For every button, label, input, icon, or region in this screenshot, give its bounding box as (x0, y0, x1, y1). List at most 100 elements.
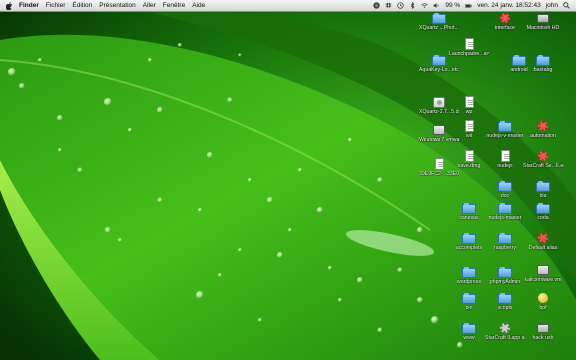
desktop-item-label: kalicsmware vm (524, 277, 562, 283)
folder-icon (462, 232, 476, 244)
desktop-item-label: doc (500, 193, 510, 199)
desktop-item[interactable]: doc (485, 180, 525, 199)
desktop-item[interactable]: www (449, 322, 489, 341)
menu-extras: S 99 % ven. 24 janv. 18:52:43 john (373, 2, 576, 9)
desktop-item-label: automation (530, 133, 556, 139)
desktop-item[interactable]: StarCraft Se...II.app (523, 150, 563, 169)
document-icon (432, 158, 446, 170)
folder-icon (498, 266, 512, 278)
menu-clock[interactable]: ven. 24 janv. 18:52:43 (477, 2, 540, 9)
folder-icon (536, 180, 550, 192)
desktop-item[interactable]: raspberry (485, 232, 525, 251)
application-icon (498, 322, 512, 334)
desktop-item[interactable]: 39E9FC2-...33E0...TO.sec (419, 158, 459, 177)
desktop-item-label: XQuartz ...Phot...older (419, 25, 459, 31)
desktop-item[interactable]: Macintosh HD (523, 12, 563, 31)
desktop-item-label: Default alias (528, 245, 558, 251)
virtual-machine-icon (432, 124, 446, 136)
menu-finder[interactable]: Finder (19, 2, 39, 9)
desktop-item[interactable]: accomplets (449, 232, 489, 251)
skype-icon[interactable]: S (373, 2, 381, 9)
desktop-item[interactable]: coda (523, 202, 563, 221)
desktop-item-label: nudejs-master (488, 215, 522, 221)
desktop-item-label: StarCraft II.app alias (485, 335, 525, 341)
folder-icon (462, 292, 476, 304)
desktop-item[interactable]: automation (523, 120, 563, 139)
desktop-item-label: hack usb (532, 335, 554, 341)
desktop-item-label: bin (465, 305, 473, 311)
folder-icon (536, 202, 550, 214)
desktop-item[interactable]: XQuartz ...Phot...older (419, 12, 459, 31)
folder-icon (432, 54, 446, 66)
desktop-item[interactable]: AquaKey-Lo...etca...1.4.2 (419, 54, 459, 73)
menu-fenetre[interactable]: Fenêtre (163, 2, 185, 9)
desktop-item[interactable]: hack usb (523, 322, 563, 341)
desktop-item[interactable]: bastabg (523, 54, 563, 73)
desktop-item-label: bpf (539, 305, 547, 311)
hard-disk-icon (536, 12, 550, 24)
document-icon (498, 150, 512, 162)
desktop-item-label: bastabg (533, 67, 553, 73)
document-icon (462, 150, 476, 162)
menu-presentation[interactable]: Présentation (99, 2, 136, 9)
folder-icon (432, 12, 446, 24)
desktop-item[interactable]: bin (449, 292, 489, 311)
desktop-item-label: bla (539, 193, 547, 199)
desktop-item[interactable]: Default alias (523, 232, 563, 251)
desktop-item[interactable]: scripts (485, 292, 525, 311)
disk-image-icon (432, 96, 446, 108)
desktop-item-label: save.dmg (457, 163, 481, 169)
user-name[interactable]: john (546, 2, 558, 9)
hard-disk-icon (536, 322, 550, 334)
desktop-item[interactable]: wordpress (449, 266, 489, 285)
desktop-item[interactable]: kalicsmware vm (523, 264, 563, 283)
battery-icon[interactable] (465, 2, 472, 9)
folder-icon (498, 202, 512, 214)
desktop-item[interactable]: wii (449, 120, 489, 139)
svg-text:S: S (375, 3, 378, 8)
folder-icon (536, 54, 550, 66)
time-machine-icon[interactable] (397, 2, 405, 9)
dropbox-icon[interactable] (385, 2, 392, 9)
desktop-item[interactable]: nudejs-master (485, 202, 525, 221)
desktop-item-label: StarCraft Se...II.app (523, 163, 563, 169)
desktop-item[interactable]: canevas (449, 202, 489, 221)
desktop-item-label: wordpress (457, 279, 481, 285)
document-icon (462, 38, 476, 50)
document-icon (462, 120, 476, 132)
application-icon (536, 120, 550, 132)
battery-percent[interactable]: 99 % (445, 2, 460, 9)
wifi-icon[interactable] (421, 2, 429, 9)
menu-aide[interactable]: Aide (192, 2, 205, 9)
desktop-item[interactable]: bpf (523, 292, 563, 311)
apple-menu-icon[interactable] (6, 1, 14, 10)
menu-edition[interactable]: Édition (72, 2, 92, 9)
desktop-item[interactable]: StarCraft II.app alias (485, 322, 525, 341)
volume-icon[interactable] (433, 2, 440, 9)
desktop-item-label: nudejs-v-master (486, 133, 524, 139)
desktop-item[interactable]: nudejs-v-master (485, 120, 525, 139)
folder-icon (498, 120, 512, 132)
desktop-item[interactable]: wp (449, 96, 489, 115)
bluetooth-icon[interactable] (409, 2, 416, 9)
desktop-item-label: raspberry (494, 245, 516, 251)
desktop-item-label: accomplets (455, 245, 483, 251)
desktop-item-label: AquaKey-Lo...etca...1.4.2 (419, 67, 459, 73)
folder-icon (462, 322, 476, 334)
desktop-item-label: coda (537, 215, 549, 221)
desktop-item[interactable]: interface (485, 12, 525, 31)
desktop-item-label: scripts (497, 305, 513, 311)
desktop-item-label: canevas (459, 215, 479, 221)
menu-aller[interactable]: Aller (143, 2, 156, 9)
application-icon (536, 150, 550, 162)
desktop-item-label: phpmyAdmin (489, 279, 521, 285)
spotlight-search-icon[interactable] (563, 2, 570, 9)
application-icon (498, 12, 512, 24)
desktop-item[interactable]: bla (523, 180, 563, 199)
desktop-item-label: wp (465, 109, 473, 115)
virtual-machine-icon (536, 264, 550, 276)
desktop-item[interactable]: phpmyAdmin (485, 266, 525, 285)
desktop-item[interactable]: nudejs (485, 150, 525, 169)
desktop-item-label: interface (495, 25, 515, 31)
menu-fichier[interactable]: Fichier (46, 2, 66, 9)
